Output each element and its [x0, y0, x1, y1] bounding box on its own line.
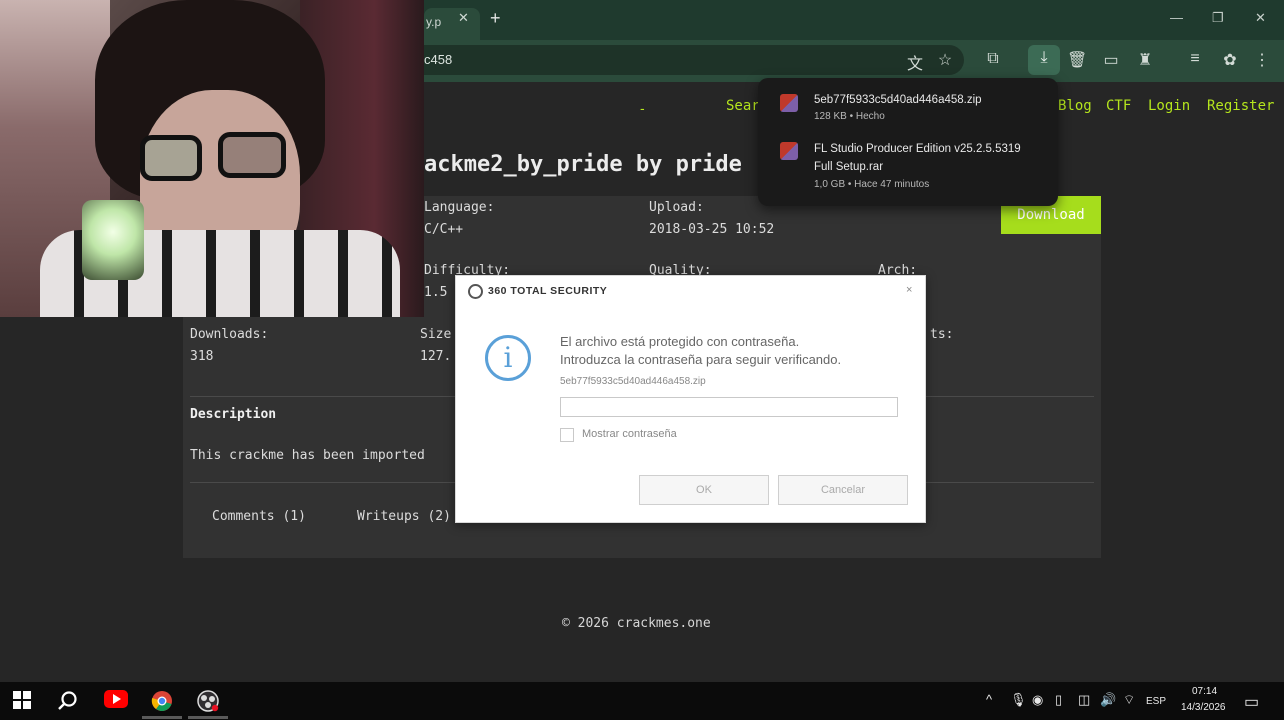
profile-icon[interactable]: ✿: [1220, 50, 1240, 70]
show-password-checkbox[interactable]: [560, 428, 574, 442]
winrar-file-icon: [780, 94, 798, 112]
taskbar: [0, 682, 1284, 720]
windows-start-icon[interactable]: [10, 690, 34, 714]
browser-tab[interactable]: y.p: [424, 8, 480, 40]
upload-value: 2018-03-25 10:52: [649, 222, 775, 237]
network-icon[interactable]: ◫: [1078, 692, 1090, 708]
download-item-meta: 1,0 GB • Hace 47 minutos: [814, 179, 930, 190]
ok-button[interactable]: OK: [639, 475, 769, 505]
language-label: Language:: [424, 200, 495, 215]
microphone-icon[interactable]: 🎙: [1010, 692, 1027, 708]
size-value: 127.: [420, 349, 452, 364]
url-text: c458: [424, 52, 453, 67]
password-input[interactable]: [560, 397, 898, 417]
download-item-meta: 128 KB • Hecho: [814, 111, 885, 122]
tray-app-icon[interactable]: ◉: [1032, 692, 1043, 708]
footer-copyright: © 2026 crackmes.one: [562, 616, 711, 631]
tab-comments[interactable]: Comments (1): [212, 509, 306, 524]
volume-icon[interactable]: 🔊: [1100, 692, 1116, 708]
tab-close-icon[interactable]: ✕: [458, 10, 469, 26]
nav-dot: -: [640, 100, 645, 116]
cast-icon[interactable]: ▭: [1101, 50, 1121, 70]
download-icon[interactable]: ⤓: [1028, 45, 1060, 75]
search-icon[interactable]: [56, 690, 80, 714]
download-item-name[interactable]: 5eb77f5933c5d40ad446a458.zip: [814, 94, 982, 106]
nav-register[interactable]: Register: [1207, 98, 1274, 114]
nav-ctf[interactable]: CTF: [1106, 98, 1131, 114]
youtube-icon[interactable]: [104, 690, 128, 714]
nav-login[interactable]: Login: [1148, 98, 1190, 114]
trash-icon[interactable]: 🗑: [1067, 50, 1087, 70]
active-app-indicator: [188, 716, 228, 719]
password-dialog: 360 TOTAL SECURITY × i El archivo está p…: [455, 275, 926, 523]
tab-title: y.p: [426, 15, 442, 29]
dialog-message-line1: El archivo está protegido con contraseña…: [560, 334, 800, 349]
extension-icon[interactable]: ♜: [1135, 50, 1155, 70]
maximize-button[interactable]: ❐: [1212, 10, 1224, 26]
translate-icon[interactable]: 文: [905, 50, 925, 74]
download-item-name[interactable]: FL Studio Producer Edition v25.2.5.5319: [814, 143, 1021, 155]
winrar-file-icon: [780, 142, 798, 160]
comments-count-label: ts:: [930, 327, 954, 342]
download-item-name-2[interactable]: Full Setup.rar: [814, 161, 883, 173]
webcam-overlay: [0, 0, 424, 317]
close-icon[interactable]: ×: [906, 284, 912, 296]
wifi-icon[interactable]: ⌔: [1123, 692, 1135, 708]
webcam-lamp: [82, 200, 144, 280]
size-label: Size: [420, 327, 452, 342]
battery-icon[interactable]: ▯: [1055, 692, 1062, 708]
cancel-button[interactable]: Cancelar: [778, 475, 908, 505]
dialog-filename: 5eb77f5933c5d40ad446a458.zip: [560, 376, 706, 387]
address-bar[interactable]: c458: [424, 45, 964, 75]
language-indicator[interactable]: ESP: [1146, 696, 1166, 707]
star-icon[interactable]: ☆: [935, 50, 955, 70]
page-title: ackme2_by_pride by pride: [424, 152, 742, 177]
nav-search[interactable]: Sear: [726, 98, 760, 114]
minimize-button[interactable]: —: [1170, 10, 1183, 25]
new-tab-button[interactable]: +: [490, 8, 501, 29]
notifications-icon[interactable]: ▭: [1244, 692, 1259, 712]
tab-writeups[interactable]: Writeups (2): [357, 509, 451, 524]
reading-list-icon[interactable]: ≡: [1185, 50, 1205, 68]
downloads-value: 318: [190, 349, 214, 364]
description-heading: Description: [190, 407, 277, 422]
dialog-message-line2: Introduzca la contraseña para seguir ver…: [560, 352, 842, 367]
info-icon: i: [485, 335, 531, 381]
obs-icon[interactable]: [196, 690, 220, 714]
screen: y.p ✕ + — ❐ ✕ c458 文 ☆ ⧉ ⤓ 🗑 ▭ ♜ ≡ ✿ ⋮ -…: [0, 0, 1284, 720]
webcam-glasses: [140, 135, 202, 181]
description-text: This crackme has been imported: [190, 448, 425, 463]
upload-label: Upload:: [649, 200, 704, 215]
webcam-glasses: [218, 132, 286, 178]
clock-time[interactable]: 07:14: [1192, 686, 1217, 697]
clock-date[interactable]: 14/3/2026: [1181, 702, 1226, 713]
nav-blog[interactable]: Blog: [1058, 98, 1092, 114]
menu-icon[interactable]: ⋮: [1252, 50, 1272, 70]
close-window-button[interactable]: ✕: [1255, 10, 1266, 26]
difficulty-value: 1.5: [424, 285, 448, 300]
360-logo-icon: [468, 284, 483, 299]
downloads-panel: 5eb77f5933c5d40ad446a458.zip 128 KB • He…: [758, 78, 1058, 206]
active-app-indicator: [142, 716, 182, 719]
language-value: C/C++: [424, 222, 464, 237]
chrome-icon[interactable]: [150, 690, 174, 714]
tray-chevron-icon[interactable]: ^: [986, 692, 992, 707]
downloads-label: Downloads:: [190, 327, 269, 342]
show-password-label[interactable]: Mostrar contraseña: [582, 428, 677, 440]
extensions-icon[interactable]: ⧉: [983, 50, 1003, 68]
